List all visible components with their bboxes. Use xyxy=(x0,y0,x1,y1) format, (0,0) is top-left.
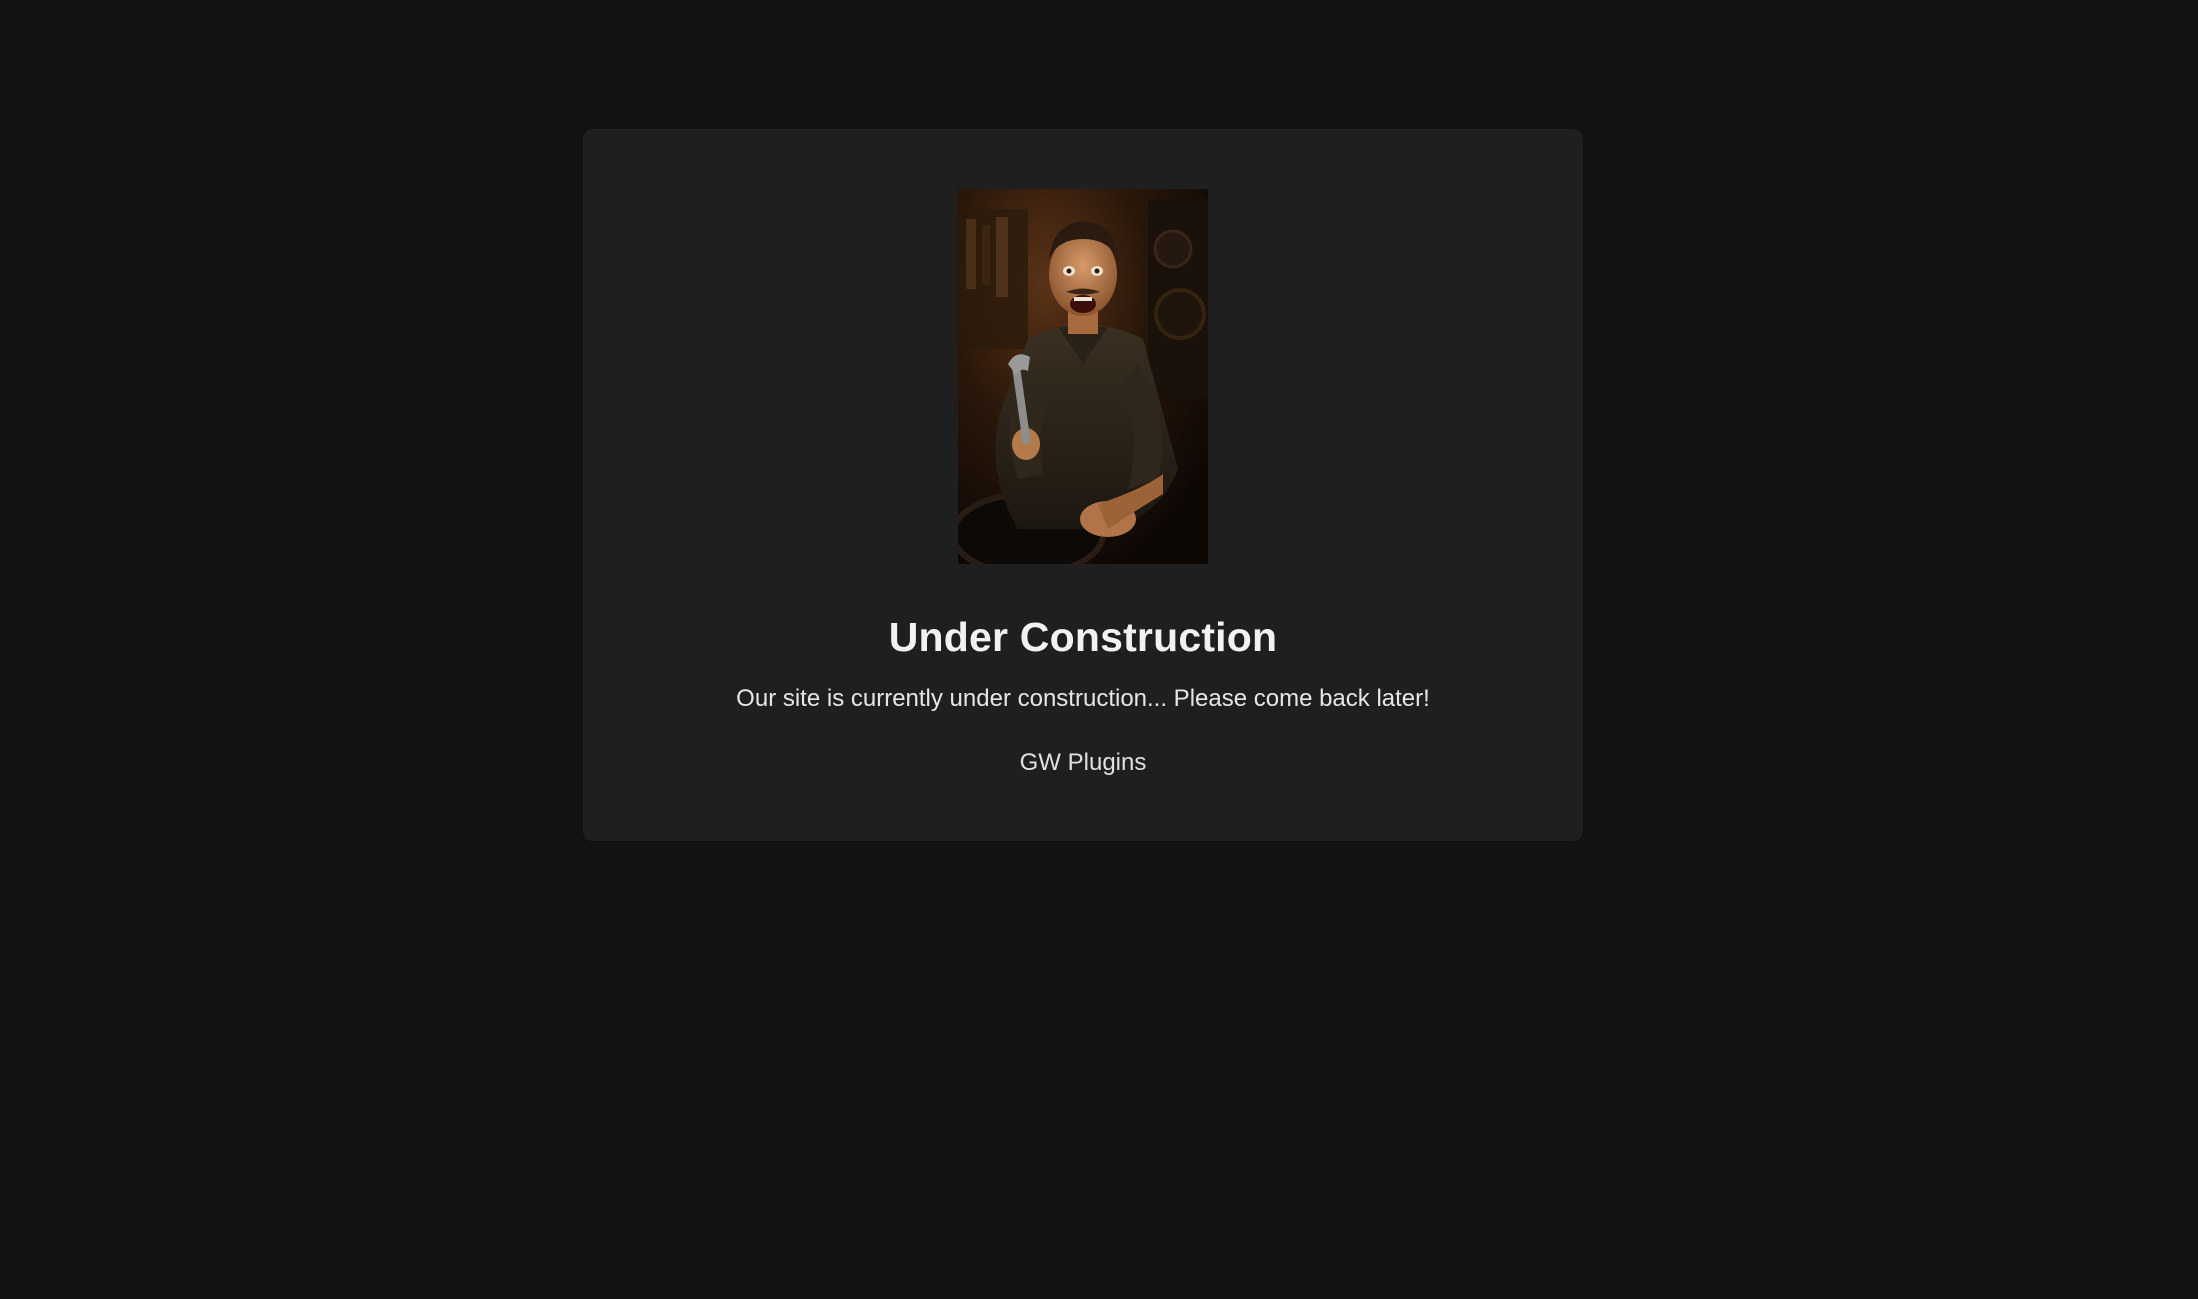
hero-image xyxy=(958,189,1208,564)
page-title: Under Construction xyxy=(888,614,1278,660)
construction-message: Our site is currently under construction… xyxy=(736,685,1430,712)
maintenance-card: Under Construction Our site is currently… xyxy=(583,129,1583,841)
brand-name: GW Plugins xyxy=(1019,749,1147,776)
